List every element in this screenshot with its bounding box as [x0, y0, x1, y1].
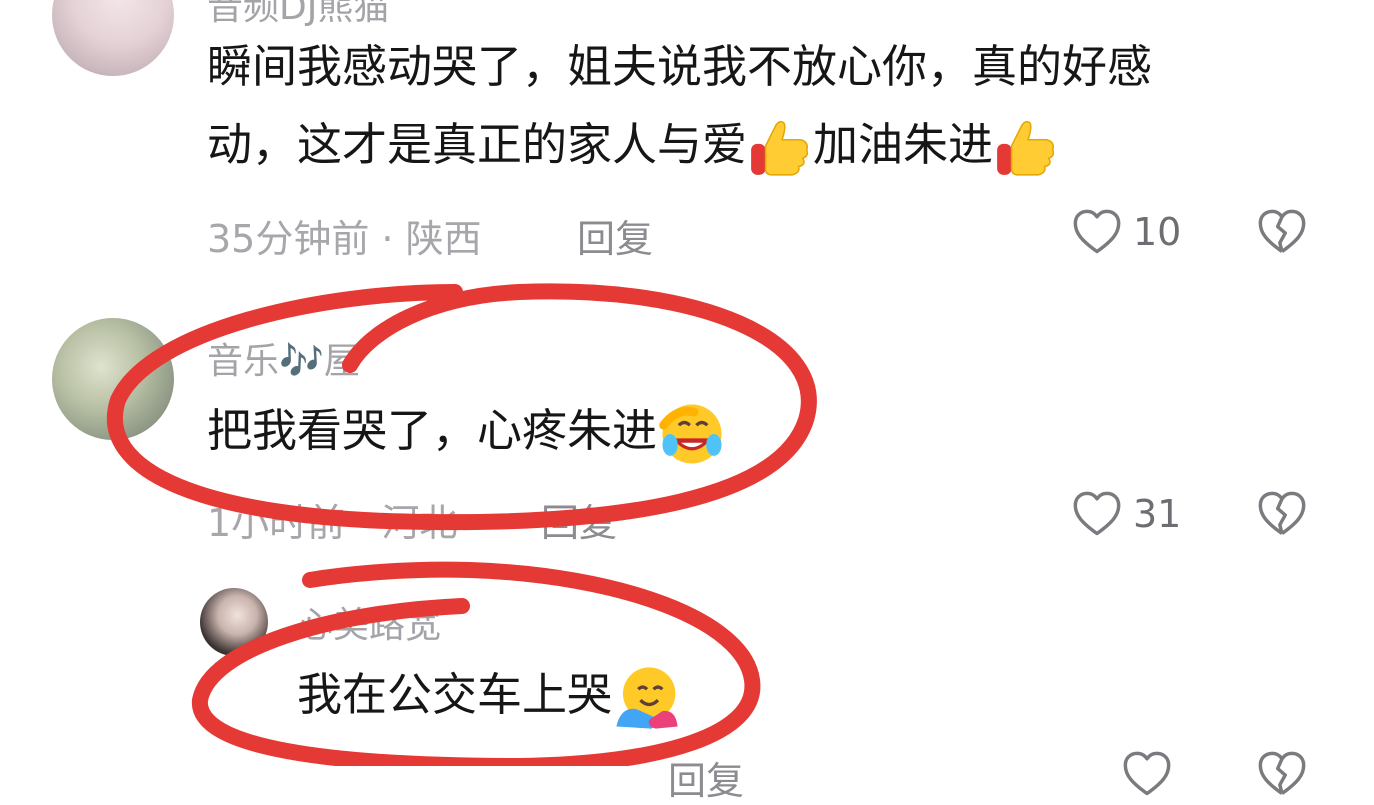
comment-text-segment: 我在公交车上哭	[297, 668, 613, 721]
heart-outline-icon	[1073, 209, 1121, 254]
rolling-laughing-icon	[659, 404, 722, 464]
broken-heart-icon[interactable]	[1256, 488, 1308, 540]
thumbs-up-icon	[997, 120, 1055, 176]
like-button[interactable]: 10	[1071, 206, 1181, 258]
like-count: 31	[1133, 492, 1182, 536]
avatar[interactable]	[52, 318, 174, 440]
comment-time-location: 1小时前 · 河北	[207, 501, 458, 545]
heart-outline-icon[interactable]	[1121, 748, 1173, 800]
avatar[interactable]	[200, 588, 268, 656]
comment-text-line: 动，这才是真正的家人与爱 加油朱进	[207, 106, 1059, 184]
comment-text-line: 我在公交车上哭	[297, 656, 682, 734]
hugging-face-icon	[616, 667, 678, 729]
comment-text-line: 把我看哭了，心疼朱进	[207, 392, 727, 470]
comment-time-location: 35分钟前 · 陕西	[207, 217, 482, 261]
broken-heart-icon[interactable]	[1256, 748, 1308, 800]
broken-heart-icon[interactable]	[1256, 206, 1308, 258]
like-count: 10	[1133, 210, 1182, 254]
comment-username[interactable]: 心美路宽	[297, 596, 441, 648]
comment-text-segment: 加油朱进	[813, 118, 994, 171]
comment-username[interactable]: 音乐🎶屋	[207, 332, 360, 384]
avatar[interactable]	[52, 0, 174, 76]
thumbs-up-icon	[751, 120, 809, 176]
comment-text-line: 瞬间我感动哭了，姐夫说我不放心你，真的好感	[207, 40, 1153, 93]
heart-outline-icon	[1073, 491, 1121, 536]
like-button[interactable]: 31	[1071, 488, 1181, 540]
reply-button[interactable]: 回复	[668, 750, 744, 805]
comment-text-segment: 动，这才是真正的家人与爱	[207, 118, 748, 171]
reply-button[interactable]: 回复	[577, 208, 653, 263]
reply-button[interactable]: 回复	[541, 492, 617, 547]
comment-text-segment: 把我看哭了，心疼朱进	[207, 404, 658, 457]
comment-username[interactable]: 音频DJ熊猫	[207, 0, 389, 30]
